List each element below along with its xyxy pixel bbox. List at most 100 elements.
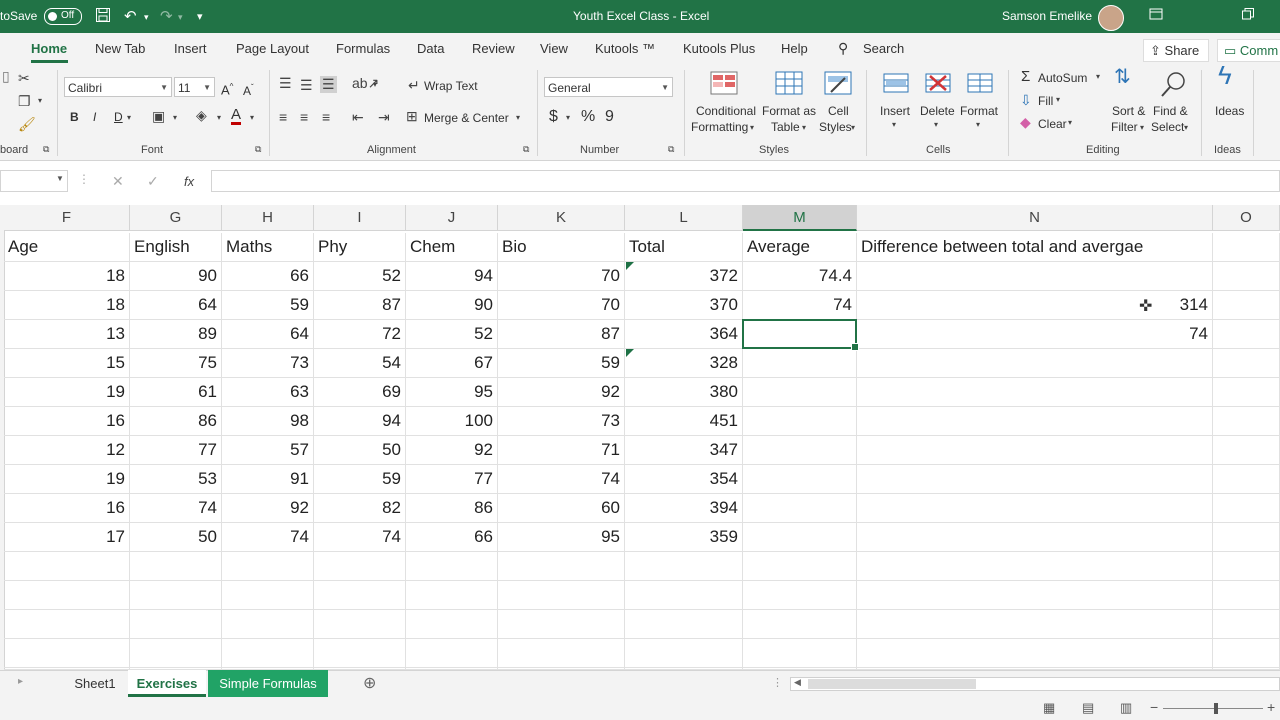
find-select-label-1[interactable]: Find & [1153,104,1188,119]
cell-maths[interactable]: 91 [222,465,314,494]
search-icon[interactable]: ⚲ [838,40,848,57]
cell-english[interactable]: 50 [130,523,222,552]
cell-chem[interactable]: 52 [406,320,498,349]
cell-phy[interactable]: 50 [314,436,406,465]
tab-formulas[interactable]: Formulas [336,41,390,56]
insert-function-icon[interactable]: fx [184,174,194,189]
cell-maths[interactable]: 98 [222,407,314,436]
empty-cell[interactable] [222,639,314,668]
underline-icon[interactable]: D [114,110,123,125]
cell-age[interactable]: 18 [4,291,130,320]
bold-icon[interactable]: B [70,110,79,125]
cell-average[interactable] [743,523,857,552]
empty-cell[interactable] [498,581,625,610]
cell-english[interactable]: 64 [130,291,222,320]
cell-english[interactable]: 89 [130,320,222,349]
tab-page-layout[interactable]: Page Layout [236,41,309,56]
empty-cell[interactable] [406,610,498,639]
delete-cells-label[interactable]: Delete [920,104,955,119]
cell-age[interactable]: 19 [4,378,130,407]
cell-bio[interactable]: 71 [498,436,625,465]
cell-age[interactable]: 13 [4,320,130,349]
page-break-view-icon[interactable]: ▥ [1120,700,1132,716]
scrollbar-thumb[interactable] [808,679,976,689]
column-header-l[interactable]: L [625,205,743,231]
cell-phy[interactable]: 87 [314,291,406,320]
empty-cell[interactable] [857,639,1213,668]
cell-bio[interactable]: 87 [498,320,625,349]
cell-bio[interactable]: 92 [498,378,625,407]
save-icon[interactable] [95,7,111,27]
column-header-m[interactable]: M [743,205,857,231]
cell-phy[interactable]: 94 [314,407,406,436]
header-cell-phy[interactable]: Phy [314,233,406,262]
italic-icon[interactable]: I [93,110,96,125]
cell-english[interactable]: 77 [130,436,222,465]
empty-cell[interactable] [4,552,130,581]
percent-icon[interactable]: % [581,109,595,125]
empty-cell[interactable] [222,581,314,610]
error-indicator-icon[interactable] [626,349,634,357]
paste-icon[interactable]: ▯ [2,68,10,85]
empty-cell[interactable] [222,610,314,639]
empty-cell[interactable] [314,639,406,668]
fill-dropdown-icon[interactable]: ▾ [1056,95,1060,104]
cell-average[interactable] [743,378,857,407]
empty-cell[interactable] [314,610,406,639]
cell-difference[interactable] [857,349,1213,378]
cell-bio[interactable]: 60 [498,494,625,523]
orientation-dropdown-icon[interactable]: ▾ [373,80,377,89]
empty-cell[interactable] [1213,523,1280,552]
find-select-label-2[interactable]: Select [1151,120,1184,135]
tab-insert[interactable]: Insert [174,41,207,56]
wrap-text-label[interactable]: Wrap Text [424,79,478,94]
redo-dropdown-icon[interactable]: ▾ [178,12,183,23]
cell-average[interactable]: 74.4 [743,262,857,291]
conditional-formatting-label-1[interactable]: Conditional [694,104,758,119]
empty-cell[interactable] [130,552,222,581]
sheet-tab-sheet1[interactable]: Sheet1 [62,670,129,697]
wrap-text-icon[interactable]: ↵ [408,77,420,94]
cancel-icon[interactable]: ✕ [112,173,124,190]
cell-chem[interactable]: 92 [406,436,498,465]
redo-icon[interactable]: ↷ [160,7,173,25]
cell-difference[interactable] [857,378,1213,407]
empty-cell[interactable] [625,610,743,639]
empty-cell[interactable] [1213,262,1280,291]
cell-maths[interactable]: 92 [222,494,314,523]
cell-age[interactable]: 16 [4,407,130,436]
empty-cell[interactable] [314,552,406,581]
restore-window-icon[interactable] [1241,7,1255,25]
cell-bio[interactable]: 95 [498,523,625,552]
cell-chem[interactable]: 95 [406,378,498,407]
empty-cell[interactable] [130,639,222,668]
cell-phy[interactable]: 72 [314,320,406,349]
empty-cell[interactable] [1213,436,1280,465]
header-cell-english[interactable]: English [130,233,222,262]
cell-difference[interactable]: 74 [857,320,1213,349]
empty-cell[interactable] [406,581,498,610]
cell-english[interactable]: 86 [130,407,222,436]
cell-difference[interactable] [857,436,1213,465]
cell-age[interactable]: 15 [4,349,130,378]
clear-label[interactable]: Clear [1038,117,1067,132]
empty-cell[interactable] [406,552,498,581]
empty-cell[interactable] [406,639,498,668]
cell-maths[interactable]: 64 [222,320,314,349]
top-align-icon[interactable]: ☰ [279,75,292,92]
cell-phy[interactable]: 69 [314,378,406,407]
empty-cell[interactable] [4,610,130,639]
zoom-in-icon[interactable]: + [1267,699,1275,715]
ribbon-display-icon[interactable] [1149,7,1163,25]
cell-age[interactable]: 18 [4,262,130,291]
tab-review[interactable]: Review [472,41,515,56]
format-as-table-label-2[interactable]: Table [771,120,800,135]
sort-filter-icon[interactable]: ⇅ [1114,67,1131,87]
cell-maths[interactable]: 59 [222,291,314,320]
conditional-formatting-icon[interactable] [709,70,739,98]
cell-age[interactable]: 12 [4,436,130,465]
normal-view-icon[interactable]: ▦ [1043,700,1055,716]
empty-cell[interactable] [743,639,857,668]
add-sheet-icon[interactable]: ⊕ [363,673,376,693]
cell-total[interactable]: 328 [625,349,743,378]
